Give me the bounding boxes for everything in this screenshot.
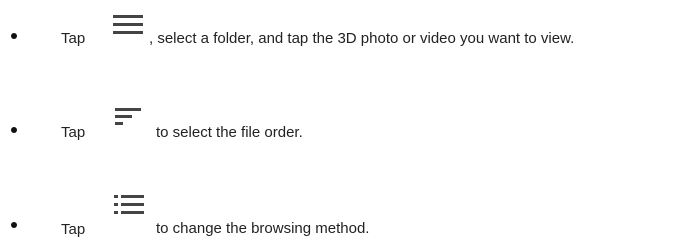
- instruction-text: to change the browsing method.: [156, 220, 370, 237]
- instruction-item-open-file: Tap , select a folder, and tap the 3D ph…: [0, 14, 691, 54]
- instruction-prefix: Tap: [61, 124, 86, 141]
- menu-icon: [113, 15, 143, 34]
- instruction-item-browsing-method: Tap to change the browsing method.: [0, 192, 691, 238]
- bullet: [11, 33, 17, 39]
- instruction-item-file-order: Tap to select the file order.: [0, 106, 691, 146]
- list-view-icon: [114, 195, 144, 214]
- instruction-text: , select a folder, and tap the 3D photo …: [149, 30, 575, 47]
- instruction-prefix: Tap: [61, 30, 86, 47]
- bullet: [11, 127, 17, 133]
- bullet: [11, 222, 17, 228]
- sort-order-icon: [115, 108, 141, 125]
- instruction-prefix: Tap: [61, 221, 86, 238]
- instruction-text: to select the file order.: [156, 124, 303, 141]
